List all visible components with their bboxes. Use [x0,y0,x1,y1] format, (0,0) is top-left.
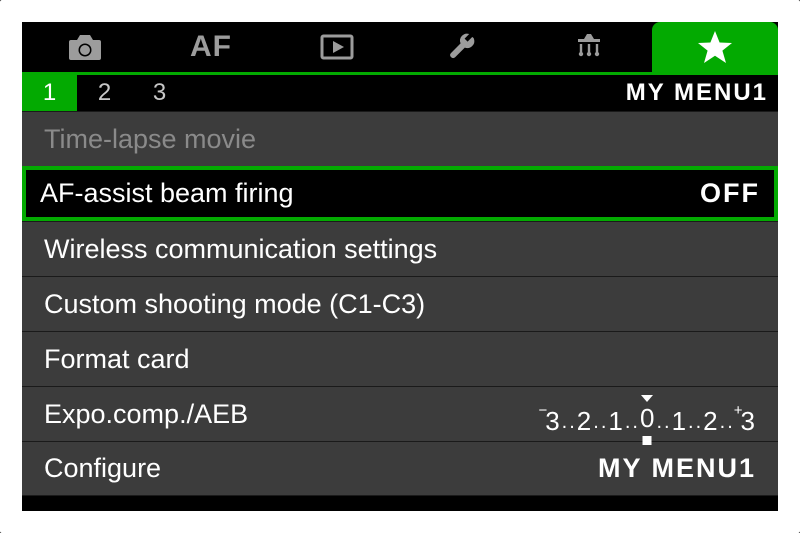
expo-dot: . [569,412,575,432]
menu-item-timelapse: Time-lapse movie [22,111,778,166]
expo-dot: . [727,412,733,432]
main-tab-strip: AF [22,22,778,72]
menu-item-configure[interactable]: Configure MY MENU1 [22,441,778,496]
custom-fn-icon [569,31,609,63]
tab-playback[interactable] [274,22,400,72]
menu-item-label: Wireless communication settings [44,234,437,265]
menu-item-value: MY MENU1 [598,453,756,484]
menu-item-expo-comp[interactable]: Expo.comp./AEB − 3 .. 2 .. 1 .. 0 .. 1 .… [22,386,778,441]
expo-plus-sign: + [734,403,743,418]
camera-my-menu-screen: AF 1 2 3 MY MENU1 [0,0,800,533]
expo-dot: . [696,412,702,432]
camera-icon [65,32,105,62]
expo-dot: . [632,412,638,432]
menu-item-custom-shooting[interactable]: Custom shooting mode (C1-C3) [22,276,778,331]
menu-item-value: OFF [700,178,760,209]
menu-item-label: Configure [44,453,161,484]
menu-item-label: Expo.comp./AEB [44,399,248,430]
star-icon [696,29,734,65]
expo-dot: . [562,412,568,432]
page-2[interactable]: 2 [77,75,132,111]
expo-tick: 2 [703,408,717,434]
exposure-scale: − 3 .. 2 .. 1 .. 0 .. 1 .. 2 .. + 3 [538,394,756,434]
menu-item-label: AF-assist beam firing [40,178,294,209]
expo-dot: . [720,412,726,432]
wrench-icon [446,30,480,64]
page-label: MY MENU1 [626,75,778,111]
menu-item-format-card[interactable]: Format card [22,331,778,386]
menu-item-label: Custom shooting mode (C1-C3) [44,289,425,320]
expo-center-value: 0 [640,403,654,433]
expo-dot: . [625,412,631,432]
tab-setup[interactable] [400,22,526,72]
page-spacer [187,75,626,111]
expo-pointer-bottom-icon [643,436,652,445]
menu-item-label: Format card [44,344,190,375]
menu-list: Time-lapse movie AF-assist beam firing O… [22,111,778,496]
page-1[interactable]: 1 [22,75,77,111]
expo-tick: 1 [608,408,622,434]
menu-item-af-assist[interactable]: AF-assist beam firing OFF [22,166,778,221]
page-3[interactable]: 3 [132,75,187,111]
expo-minus-sign: − [538,403,547,418]
expo-pointer-top-icon [641,395,653,402]
menu-item-label: Time-lapse movie [44,124,256,155]
tab-shoot[interactable] [22,22,148,72]
expo-center: 0 [639,403,655,434]
expo-tick: 1 [672,408,686,434]
tab-custom-functions[interactable] [526,22,652,72]
page-strip: 1 2 3 MY MENU1 [22,75,778,111]
expo-dot: . [593,412,599,432]
playback-icon [317,33,357,61]
expo-dot: . [601,412,607,432]
tab-my-menu[interactable] [652,22,778,72]
expo-dot: . [664,412,670,432]
expo-tick: 2 [577,408,591,434]
tab-af[interactable]: AF [148,22,274,72]
af-icon: AF [190,30,232,64]
expo-dot: . [688,412,694,432]
expo-dot: . [656,412,662,432]
menu-item-wireless[interactable]: Wireless communication settings [22,221,778,276]
